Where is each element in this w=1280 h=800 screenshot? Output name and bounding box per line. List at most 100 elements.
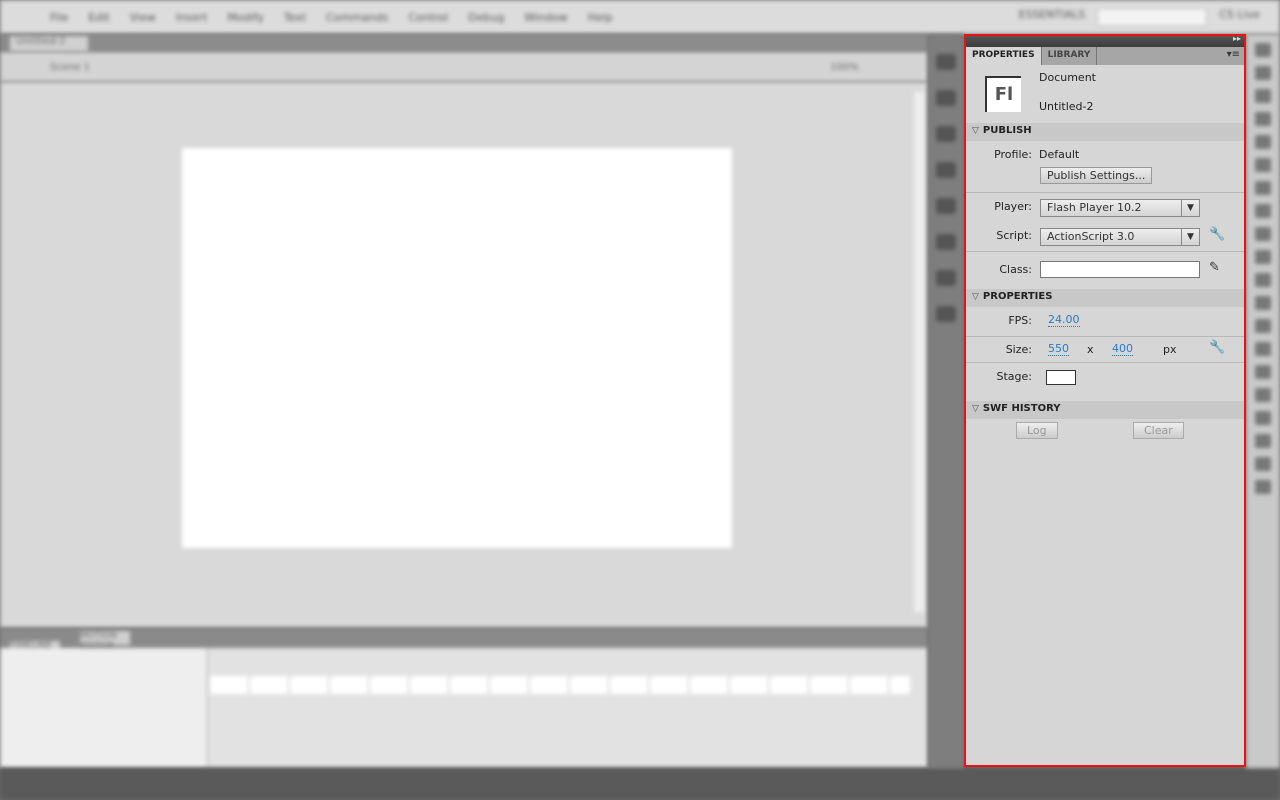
workspace-switcher[interactable]: ESSENTIALS: [1019, 8, 1086, 26]
panel-icon[interactable]: [936, 306, 956, 322]
size-label: Size:: [1005, 343, 1032, 356]
help-search-input[interactable]: [1097, 8, 1208, 26]
profile-label: Profile:: [994, 148, 1032, 161]
menu-commands[interactable]: Commands: [326, 11, 388, 24]
collapse-triangle-icon: ▽: [972, 404, 979, 414]
3d-tool-icon[interactable]: [1255, 112, 1271, 126]
stroke-color-icon[interactable]: [1255, 457, 1271, 471]
width-value[interactable]: 550: [1048, 343, 1069, 356]
layers-list[interactable]: [0, 648, 208, 768]
swf-history-section-header[interactable]: ▽ SWF HISTORY: [966, 401, 1244, 419]
class-input[interactable]: [1040, 261, 1200, 278]
menu-modify[interactable]: Modify: [227, 11, 263, 24]
eyedropper-icon[interactable]: [1255, 365, 1271, 379]
fill-color-icon[interactable]: [1255, 480, 1271, 494]
script-value: ActionScript 3.0: [1047, 230, 1135, 243]
properties-section-header[interactable]: ▽ PROPERTIES: [966, 289, 1244, 307]
menu-window[interactable]: Window: [524, 11, 567, 24]
wrench-icon[interactable]: 🔧: [1209, 227, 1225, 242]
tab-motion-editor[interactable]: MOTION EDITOR: [80, 631, 130, 651]
stage-color-swatch[interactable]: [1046, 370, 1076, 385]
player-select[interactable]: Flash Player 10.2 ▼: [1040, 199, 1200, 217]
fps-value[interactable]: 24.00: [1048, 314, 1080, 327]
rectangle-tool-icon[interactable]: [1255, 227, 1271, 241]
brush-tool-icon[interactable]: [1255, 273, 1271, 287]
properties-panel: ▸▸ PROPERTIES LIBRARY ▾≡ Fl Document Unt…: [964, 34, 1246, 767]
size-unit: px: [1163, 343, 1177, 356]
panel-icon[interactable]: [936, 90, 956, 106]
fps-label: FPS:: [1008, 314, 1032, 327]
collapsed-panel-dock: [928, 34, 964, 768]
size-separator: x: [1087, 343, 1094, 356]
script-select[interactable]: ActionScript 3.0 ▼: [1040, 228, 1200, 246]
selection-tool-icon[interactable]: [1255, 43, 1271, 57]
menu-insert[interactable]: Insert: [176, 11, 208, 24]
lasso-tool-icon[interactable]: [1255, 135, 1271, 149]
menu-text[interactable]: Text: [284, 11, 306, 24]
bone-tool-icon[interactable]: [1255, 319, 1271, 333]
menu-control[interactable]: Control: [408, 11, 448, 24]
panel-icon[interactable]: [936, 198, 956, 214]
paint-bucket-icon[interactable]: [1255, 342, 1271, 356]
panel-icon[interactable]: [936, 162, 956, 178]
collapse-triangle-icon: ▽: [972, 292, 979, 302]
menu-debug[interactable]: Debug: [468, 11, 504, 24]
player-label: Player:: [994, 200, 1032, 213]
timeline-panel: TIMELINEMOTION EDITOR: [0, 628, 928, 768]
document-tab[interactable]: Untitled-2: [10, 36, 88, 52]
tab-library[interactable]: LIBRARY: [1042, 47, 1098, 65]
stage[interactable]: [182, 148, 732, 548]
frames-row[interactable]: [210, 676, 910, 694]
menu-help[interactable]: Help: [588, 11, 613, 24]
menu-file[interactable]: File: [50, 11, 68, 24]
zoom-tool-icon[interactable]: [1255, 434, 1271, 448]
panel-icon[interactable]: [936, 234, 956, 250]
hand-tool-icon[interactable]: [1255, 411, 1271, 425]
line-tool-icon[interactable]: [1255, 204, 1271, 218]
deco-tool-icon[interactable]: [1255, 296, 1271, 310]
wrench-icon[interactable]: 🔧: [1209, 340, 1225, 355]
tab-properties[interactable]: PROPERTIES: [966, 47, 1042, 65]
menu-edit[interactable]: Edit: [88, 11, 109, 24]
section-title: PROPERTIES: [982, 291, 1053, 302]
document-type: Document: [1039, 71, 1096, 84]
log-button[interactable]: Log: [1016, 422, 1058, 439]
panel-icon[interactable]: [936, 54, 956, 70]
height-value[interactable]: 400: [1112, 343, 1133, 356]
text-tool-icon[interactable]: [1255, 181, 1271, 195]
pen-tool-icon[interactable]: [1255, 158, 1271, 172]
zoom-select[interactable]: 100%: [830, 62, 859, 73]
pasteboard: [0, 82, 928, 628]
document-name: Untitled-2: [1039, 100, 1094, 113]
menu-view[interactable]: View: [130, 11, 156, 24]
clear-button[interactable]: Clear: [1133, 422, 1184, 439]
panel-menu-icon[interactable]: ▾≡: [1227, 49, 1240, 60]
chevron-down-icon: ▼: [1181, 200, 1199, 216]
transform-tool-icon[interactable]: [1255, 89, 1271, 103]
taskbar: [0, 768, 1280, 800]
collapse-icon[interactable]: ▸▸: [1233, 34, 1241, 43]
publish-settings-button[interactable]: Publish Settings...: [1040, 167, 1153, 184]
subselection-tool-icon[interactable]: [1255, 66, 1271, 80]
panel-icon[interactable]: [936, 270, 956, 286]
scene-label[interactable]: Scene 1: [50, 62, 90, 73]
tools-panel: [1246, 34, 1280, 768]
player-value: Flash Player 10.2: [1047, 201, 1142, 214]
cs-live-button[interactable]: CS Live: [1219, 8, 1260, 26]
pencil-icon[interactable]: ✎: [1209, 260, 1220, 275]
edit-bar: Scene 1 100%: [0, 52, 928, 82]
section-title: PUBLISH: [982, 125, 1032, 136]
pencil-tool-icon[interactable]: [1255, 250, 1271, 264]
class-label: Class:: [999, 263, 1032, 276]
panel-titlebar[interactable]: ▸▸: [966, 34, 1244, 47]
section-title: SWF HISTORY: [982, 403, 1061, 414]
vertical-scrollbar[interactable]: [914, 92, 924, 612]
panel-icon[interactable]: [936, 126, 956, 142]
menu-bar: File Edit View Insert Modify Text Comman…: [0, 0, 1280, 34]
document-tabs: Untitled-2: [0, 34, 928, 52]
eraser-icon[interactable]: [1255, 388, 1271, 402]
script-label: Script:: [996, 229, 1032, 242]
profile-value: Default: [1039, 148, 1080, 161]
publish-section-header[interactable]: ▽ PUBLISH: [966, 123, 1244, 141]
collapse-triangle-icon: ▽: [972, 126, 979, 136]
